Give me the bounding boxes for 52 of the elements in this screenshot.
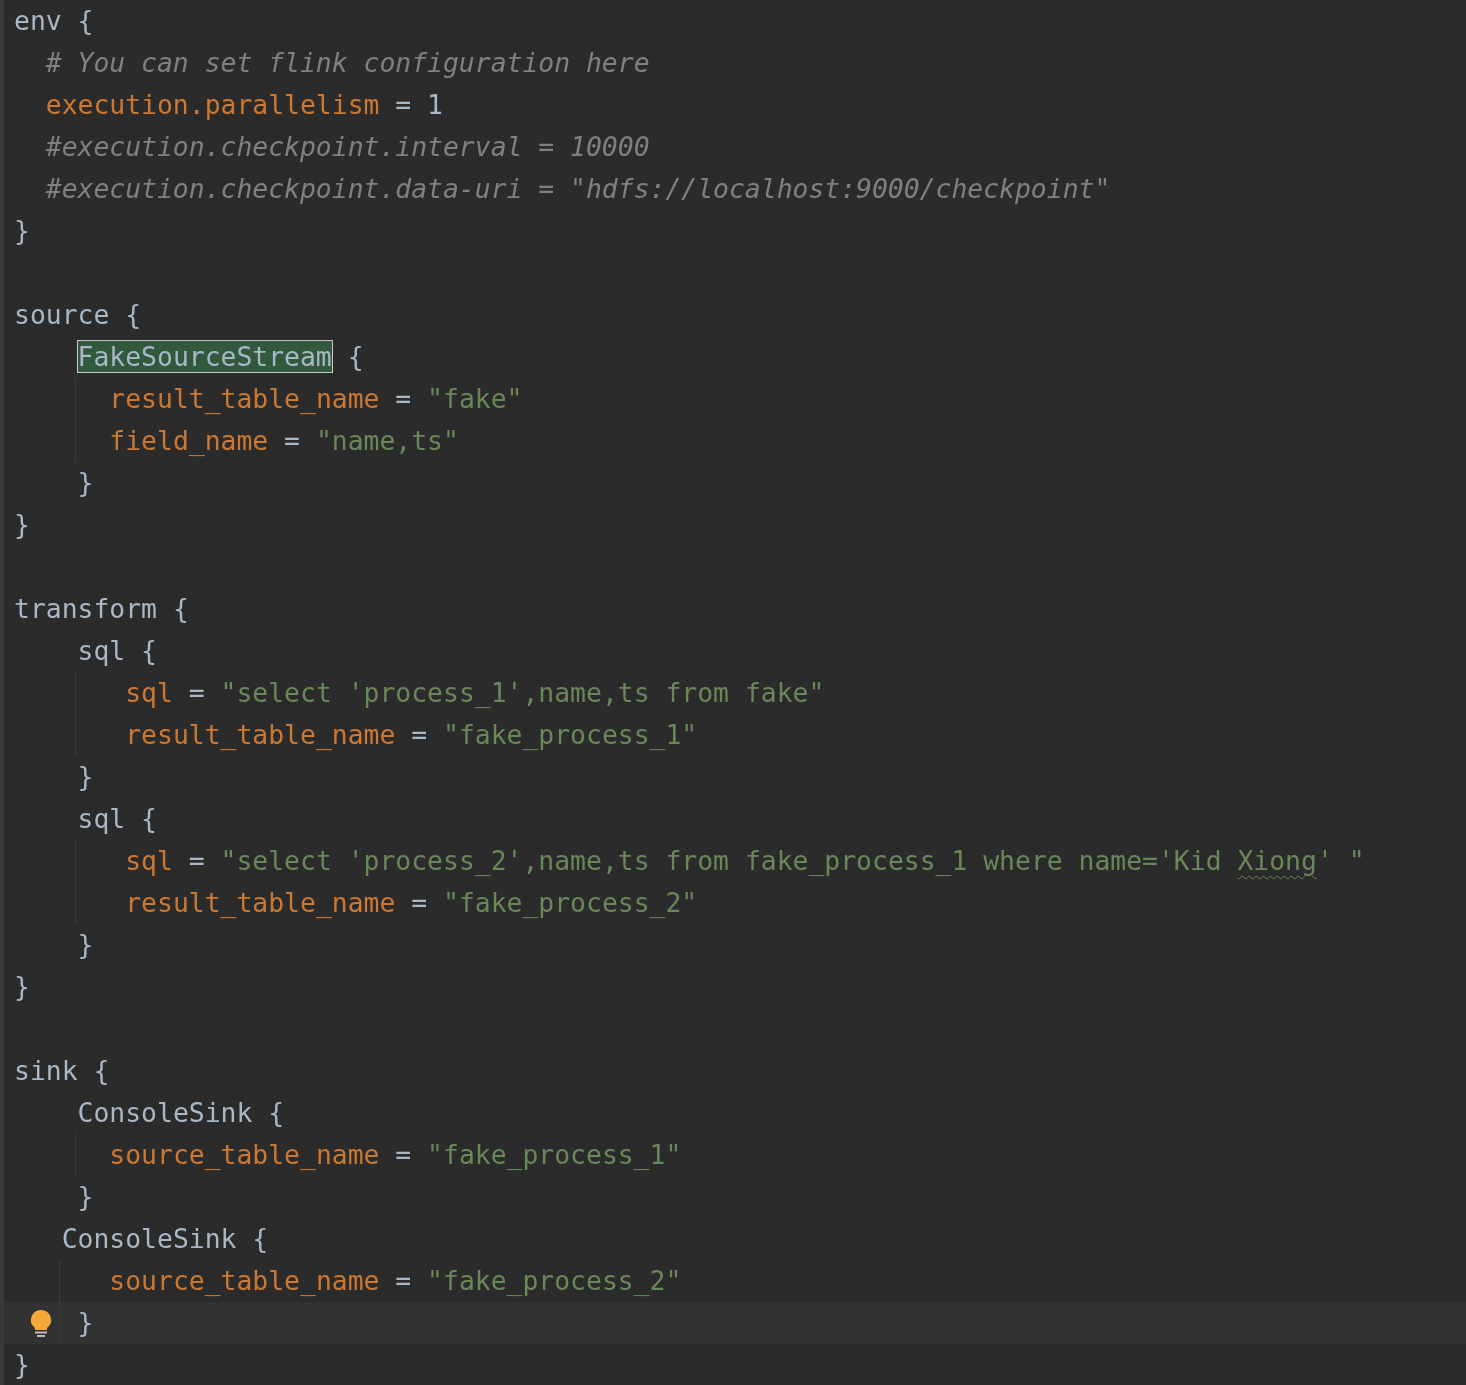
config-key: sql — [125, 845, 173, 876]
string-literal: ' " — [1316, 845, 1365, 876]
config-key: source_table_name — [109, 1265, 380, 1296]
code-comment: # You can set flink configuration here — [45, 47, 650, 78]
code-text: } — [14, 215, 30, 246]
code-text: = — [394, 89, 413, 120]
string-literal: "fake_process_2" — [427, 1265, 682, 1296]
code-text: env { — [14, 5, 94, 36]
string-literal: "fake_process_1" — [427, 1139, 682, 1170]
code-text: = — [394, 383, 413, 414]
config-key: field_name — [109, 425, 269, 456]
misspelled-word: Xiong — [1237, 845, 1317, 876]
code-text: } — [14, 509, 30, 540]
code-text: sink { — [14, 1055, 110, 1086]
number-literal: 1 — [427, 89, 443, 120]
highlighted-identifier: FakeSourceStream — [77, 341, 332, 372]
code-text: = — [187, 677, 206, 708]
code-text: sql { — [77, 803, 157, 834]
config-key: result_table_name — [125, 719, 396, 750]
code-text: } — [14, 1349, 30, 1380]
lightbulb-icon[interactable] — [30, 1309, 52, 1337]
code-text: = — [187, 845, 206, 876]
string-literal: "fake" — [427, 383, 523, 414]
string-literal: "name,ts" — [315, 425, 459, 456]
code-text: = — [394, 1265, 413, 1296]
string-literal: "select 'process_2',name,ts from fake_process_1 where name='Kid — [220, 845, 1223, 876]
code-text: source { — [14, 299, 142, 330]
code-text: } — [77, 761, 94, 792]
code-text: = — [394, 1139, 413, 1170]
code-text: } — [14, 971, 30, 1002]
code-text: } — [77, 467, 94, 498]
config-key: source_table_name — [109, 1139, 380, 1170]
code-text: ConsoleSink { — [61, 1223, 269, 1254]
code-text: = — [410, 887, 429, 918]
code-text: = — [283, 425, 301, 456]
code-comment: #execution.checkpoint.data-uri = "hdfs://localhost:9000/checkpoint" — [45, 173, 1111, 204]
config-key: sql — [125, 677, 173, 708]
code-text: } — [77, 1181, 94, 1212]
code-text: ConsoleSink { — [77, 1097, 285, 1128]
code-text: = — [410, 719, 429, 750]
code-text: sql { — [77, 635, 157, 666]
string-literal: "fake_process_1" — [443, 719, 698, 750]
code-comment: #execution.checkpoint.interval = 10000 — [45, 131, 650, 162]
string-literal: "fake_process_2" — [443, 887, 698, 918]
code-text: { — [346, 341, 364, 372]
config-key: result_table_name — [125, 887, 396, 918]
code-text: transform { — [14, 593, 189, 624]
code-text: } — [77, 929, 94, 960]
code-text: } — [77, 1307, 94, 1338]
string-literal: "select 'process_1',name,ts from fake" — [220, 677, 825, 708]
config-key: result_table_name — [109, 383, 380, 414]
config-key: execution.parallelism — [45, 89, 380, 120]
